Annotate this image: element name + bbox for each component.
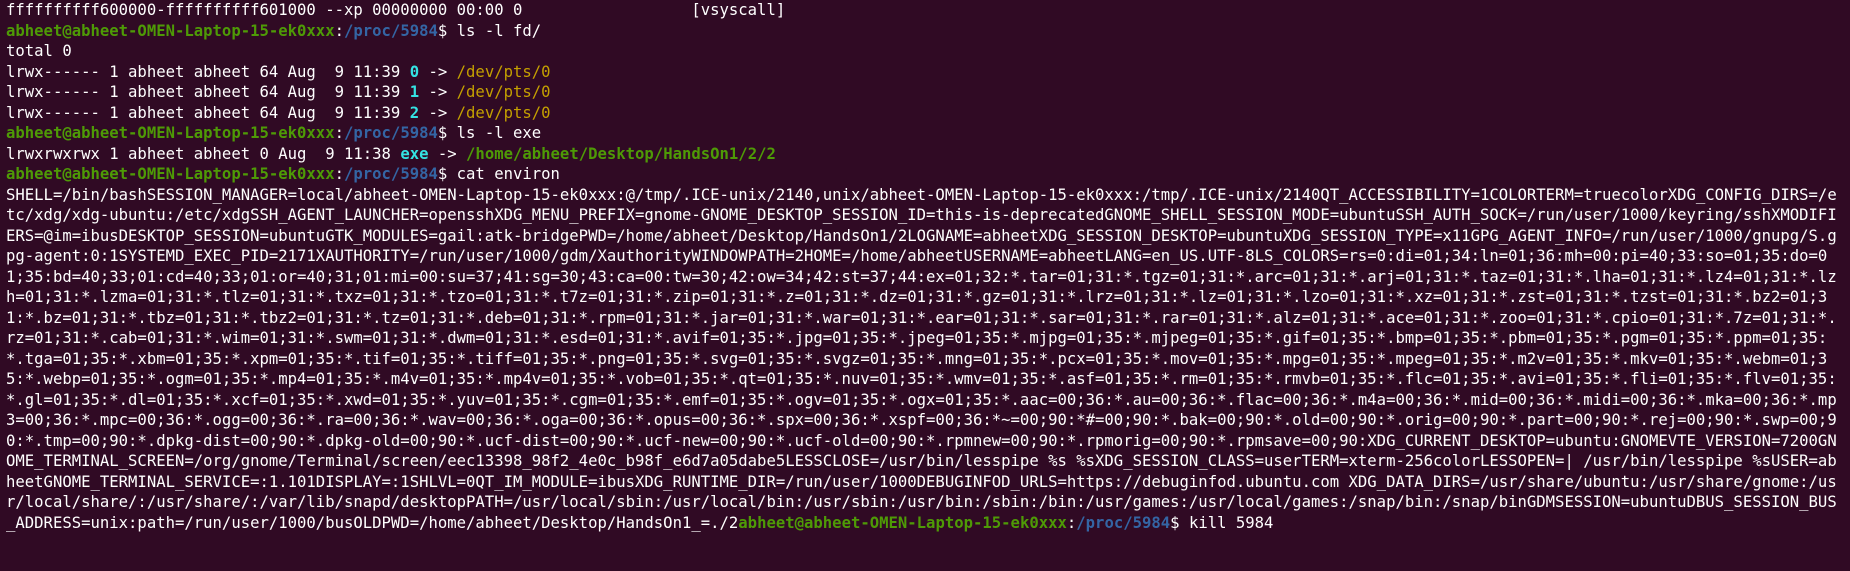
fd-number: 2 [409, 103, 420, 122]
output-line-total: total 0 [6, 42, 72, 60]
fd-entry-prefix: lrwx------ 1 abheet abheet 64 Aug 9 11:3… [6, 103, 410, 122]
command-text: ls -l exe [456, 124, 542, 142]
fd-arrow: -> [419, 83, 457, 101]
exe-entry: lrwxrwxrwx 1 abheet abheet 0 Aug 9 11:38… [6, 144, 1850, 165]
environ-output: SHELL=/bin/bashSESSION_MANAGER=local/abh… [6, 185, 1846, 534]
fd-target: /dev/pts/0 [456, 62, 551, 81]
prompt-path: /proc/5984 [343, 124, 438, 142]
fd-entry-prefix: lrwx------ 1 abheet abheet 64 Aug 9 11:3… [6, 62, 410, 81]
fd-number: 0 [409, 62, 420, 81]
prompt-suffix: $ [437, 21, 457, 40]
prompt-suffix: $ [437, 124, 457, 142]
fd-entry: lrwx------ 1 abheet abheet 64 Aug 9 11:3… [6, 62, 1850, 83]
prompt-line: abheet@abheet-OMEN-Laptop-15-ek0xxx:/pro… [6, 164, 1850, 185]
prompt-path: /proc/5984 [343, 21, 438, 40]
fd-entry-prefix: lrwx------ 1 abheet abheet 64 Aug 9 11:3… [6, 83, 410, 101]
fd-target: /dev/pts/0 [456, 83, 551, 101]
prompt-user: abheet@abheet-OMEN-Laptop-15-ek0xxx [6, 124, 335, 142]
fd-number: 1 [409, 83, 420, 101]
exe-target: /home/abheet/Desktop/HandsOn1/2/2 [466, 144, 776, 163]
command-text: cat environ [456, 165, 560, 183]
environ-text: SHELL=/bin/bashSESSION_MANAGER=local/abh… [6, 185, 1837, 532]
prompt-user: abheet@abheet-OMEN-Laptop-15-ek0xxx [6, 21, 335, 40]
exe-entry-prefix: lrwxrwxrwx 1 abheet abheet 0 Aug 9 11:38 [6, 144, 401, 163]
prompt-path: /proc/5984 [343, 165, 438, 183]
prompt-suffix: $ [1170, 513, 1189, 532]
fd-target: /dev/pts/0 [456, 103, 551, 122]
prompt-colon: : [1066, 513, 1077, 532]
prompt-user: abheet@abheet-OMEN-Laptop-15-ek0xxx [6, 165, 335, 183]
fd-arrow: -> [419, 62, 457, 81]
output-line-vsyscall: ffffffffff600000-ffffffffff601000 --xp 0… [6, 1, 786, 19]
prompt-user: abheet@abheet-OMEN-Laptop-15-ek0xxx [738, 513, 1067, 532]
fd-arrow: -> [419, 103, 457, 122]
command-text: kill 5984 [1188, 513, 1274, 532]
prompt-suffix: $ [437, 165, 457, 183]
prompt-colon: : [334, 124, 344, 142]
terminal-window[interactable]: ffffffffff600000-ffffffffff601000 --xp 0… [0, 0, 1850, 571]
prompt-colon: : [334, 21, 344, 40]
fd-entry: lrwx------ 1 abheet abheet 64 Aug 9 11:3… [6, 103, 1850, 124]
prompt-colon: : [334, 165, 344, 183]
fd-entry: lrwx------ 1 abheet abheet 64 Aug 9 11:3… [6, 82, 1850, 103]
prompt-line: abheet@abheet-OMEN-Laptop-15-ek0xxx:/pro… [6, 123, 1850, 144]
exe-name: exe [400, 144, 429, 163]
prompt-path: /proc/5984 [1076, 513, 1171, 532]
command-text: ls -l fd/ [456, 21, 542, 40]
exe-arrow: -> [428, 144, 467, 163]
prompt-line: abheet@abheet-OMEN-Laptop-15-ek0xxx:/pro… [6, 21, 1850, 42]
